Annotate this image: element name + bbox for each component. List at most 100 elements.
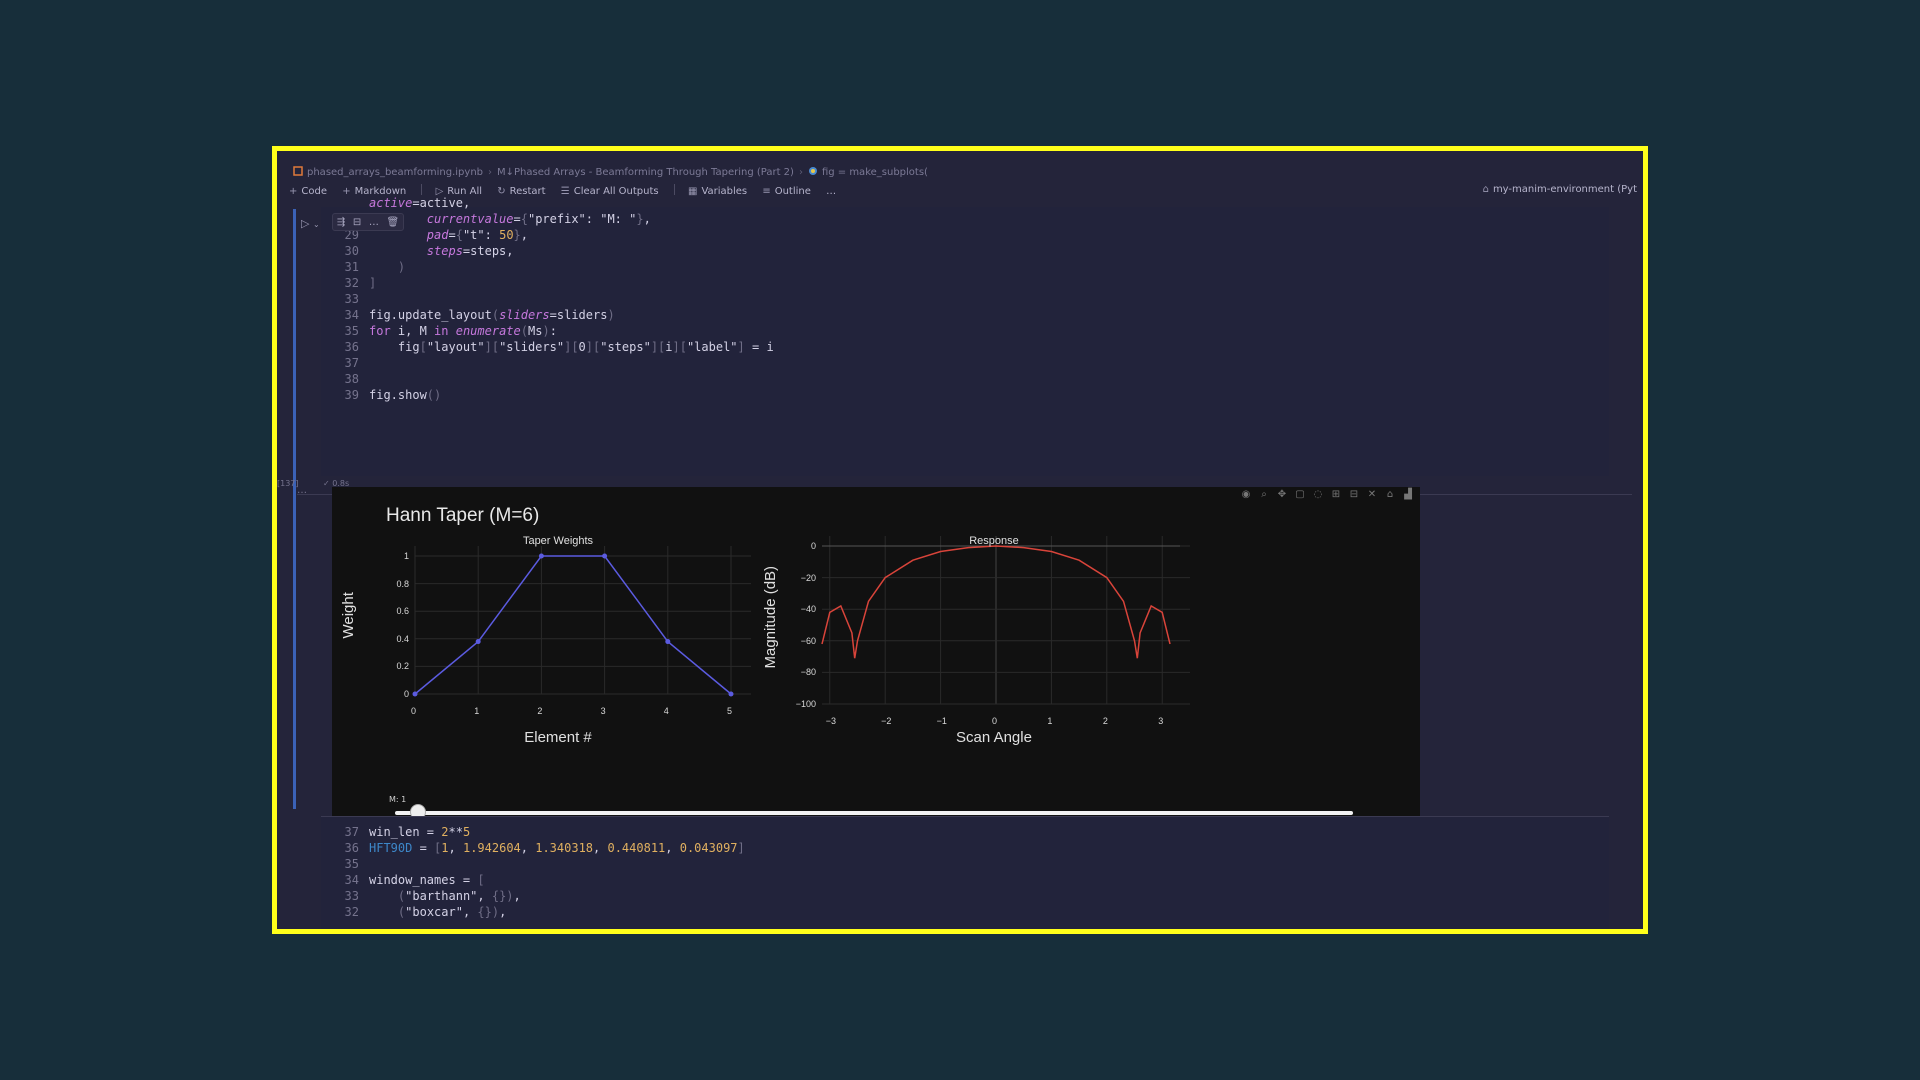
screenshot-frame: phased_arrays_beamforming.ipynb › M↓Phased… xyxy=(272,146,1648,934)
data-point xyxy=(412,691,418,697)
restart-label: Restart xyxy=(509,186,546,197)
x-tick-label: 4 xyxy=(663,706,669,716)
x-tick-label: 0 xyxy=(992,716,998,726)
y-tick-label: 0 xyxy=(403,689,409,699)
code-line: 30 steps=steps, xyxy=(321,243,514,259)
cell-focus-indicator xyxy=(293,209,296,809)
y-tick-label: 0.6 xyxy=(396,606,409,617)
breadcrumb: phased_arrays_beamforming.ipynb › M↓Phased… xyxy=(293,166,928,178)
x-axis-title: Element # xyxy=(524,729,592,746)
series-line xyxy=(414,555,732,695)
variables-button[interactable]: ▦ Variables xyxy=(688,186,747,197)
outline-button[interactable]: ≡ Outline xyxy=(762,186,811,197)
chevron-down-icon: ⌄ xyxy=(312,220,320,229)
code-text: ) xyxy=(397,260,406,274)
y-axis-title: Magnitude (dB) xyxy=(762,565,779,669)
x-tick-label: 3 xyxy=(600,706,606,716)
notebook-toolbar: + Code + Markdown ▷ Run All ↻ Restart ☰ Clear… xyxy=(289,184,1643,200)
y-tick-label: 0.8 xyxy=(396,578,409,589)
breadcrumb-separator: › xyxy=(798,167,803,178)
kernel-icon: ⌂ xyxy=(1482,184,1489,195)
plotly-figure[interactable]: ◉ ⌕ ✥ ▢ ◌ ⊞ ⊟ ✕ ⌂ ▟ Hann Taper (M=6) 0 1 2 3 4 5 0 0.2 0.… xyxy=(332,487,1420,849)
code-line: 31 ) xyxy=(321,259,406,275)
y-tick-label: 0 xyxy=(810,541,816,551)
line-number: 32 xyxy=(344,276,359,290)
line-number: 31 xyxy=(344,260,359,274)
y-tick-label: −80 xyxy=(800,667,816,678)
y-tick-label: −40 xyxy=(800,604,816,615)
cell-actions: ⇶ ⊟ … 🗑 xyxy=(332,213,404,231)
code-line: 35 for i, M in enumerate(Ms): xyxy=(321,323,557,339)
code-text: active=active, xyxy=(369,196,471,210)
breadcrumb-section[interactable]: M↓Phased Arrays - Beamforming Through Ta… xyxy=(497,167,794,178)
line-number: 33 xyxy=(344,889,359,903)
code-text: HFT90D = [1, 1.942604, 1.340318, 0.44081… xyxy=(369,841,745,855)
clear-outputs-label: Clear All Outputs xyxy=(573,186,659,197)
charts-canvas xyxy=(412,536,1190,705)
code-line: 37 xyxy=(321,355,369,371)
code-line: 34 fig.update_layout(sliders=sliders) xyxy=(321,307,615,323)
breadcrumb-symbol[interactable]: fig = make_subplots( xyxy=(822,167,928,178)
code-cell[interactable]: ▷ ⌄ active=active,28 currentvalue={"pref… xyxy=(277,196,1643,849)
execution-count: [137] xyxy=(277,479,299,488)
kernel-picker[interactable]: ⌂ my-manim-environment (Pyt xyxy=(1483,184,1637,195)
code-line: 36 HFT90D = [1, 1.942604, 1.340318, 0.440… xyxy=(321,840,745,856)
x-axis-title: Scan Angle xyxy=(956,729,1032,746)
line-number: 35 xyxy=(344,857,359,871)
line-number: 34 xyxy=(344,873,359,887)
restart-icon: ↻ xyxy=(497,186,506,197)
code-text: for i, M in enumerate(Ms): xyxy=(369,324,557,338)
x-tick-label: −2 xyxy=(881,716,892,726)
data-point xyxy=(475,639,481,645)
code-line: active=active, xyxy=(321,195,470,211)
variables-label: Variables xyxy=(701,186,748,197)
code-text: steps=steps, xyxy=(426,244,514,258)
line-number: 37 xyxy=(344,825,359,839)
x-tick-label: −3 xyxy=(825,716,837,726)
more-actions-button[interactable]: … xyxy=(826,186,836,197)
line-number: 38 xyxy=(344,372,359,386)
x-tick-label: −1 xyxy=(936,716,947,726)
list-icon: ≡ xyxy=(762,186,771,197)
line-number: 33 xyxy=(344,292,359,306)
line-number: 30 xyxy=(344,244,359,258)
line-number: 34 xyxy=(344,308,359,322)
delete-icon[interactable]: 🗑 xyxy=(386,217,399,228)
subplot-title: Response xyxy=(969,535,1019,547)
run-by-line-icon[interactable]: ⇶ xyxy=(337,217,345,228)
split-cell-icon[interactable]: ⊟ xyxy=(353,217,361,228)
run-cell-button[interactable]: ▷ ⌄ xyxy=(301,217,320,230)
restart-button[interactable]: ↻ Restart xyxy=(497,186,545,197)
code-text: ] xyxy=(369,276,377,290)
line-number: 36 xyxy=(344,841,359,855)
subplot-title: Taper Weights xyxy=(522,535,594,547)
code-text: fig.show() xyxy=(369,388,442,402)
toolbar-divider xyxy=(421,184,423,195)
code-line: 32 ("boxcar", {}), xyxy=(321,904,507,920)
output-menu-icon[interactable]: … xyxy=(297,485,307,496)
y-axis-title: Weight xyxy=(340,592,357,639)
clear-icon: ☰ xyxy=(560,186,570,197)
slider-track[interactable] xyxy=(395,811,1353,815)
code-text: fig["layout"]["sliders"][0]["steps"][i][… xyxy=(369,340,774,354)
data-point xyxy=(602,553,608,559)
code-line: 39 fig.show() xyxy=(321,387,442,403)
toolbar-divider xyxy=(673,184,675,195)
code-text: ("boxcar", {}), xyxy=(397,905,507,919)
x-tick-label: 0 xyxy=(411,706,417,716)
code-cell-2[interactable]: 37 win_len = 2**5 36 HFT90D = [1, 1.942604,… xyxy=(321,816,1609,929)
y-tick-label: −100 xyxy=(795,699,816,709)
y-tick-label: 0.2 xyxy=(396,661,409,672)
more-icon[interactable]: … xyxy=(369,217,379,228)
table-icon: ▦ xyxy=(687,186,698,197)
code-editor[interactable]: active=active,28 currentvalue={"prefix":… xyxy=(321,196,1609,476)
python-icon xyxy=(808,166,818,176)
breadcrumb-file[interactable]: phased_arrays_beamforming.ipynb xyxy=(307,167,483,178)
code-line: 37 win_len = 2**5 xyxy=(321,824,471,840)
code-text: fig.update_layout(sliders=sliders) xyxy=(369,308,615,322)
x-tick-label: 2 xyxy=(1102,716,1108,726)
x-tick-label: 2 xyxy=(537,706,543,716)
clear-outputs-button[interactable]: ☰ Clear All Outputs xyxy=(561,186,659,197)
y-tick-label: −20 xyxy=(800,572,816,583)
y-tick-label: 0.4 xyxy=(396,633,409,644)
